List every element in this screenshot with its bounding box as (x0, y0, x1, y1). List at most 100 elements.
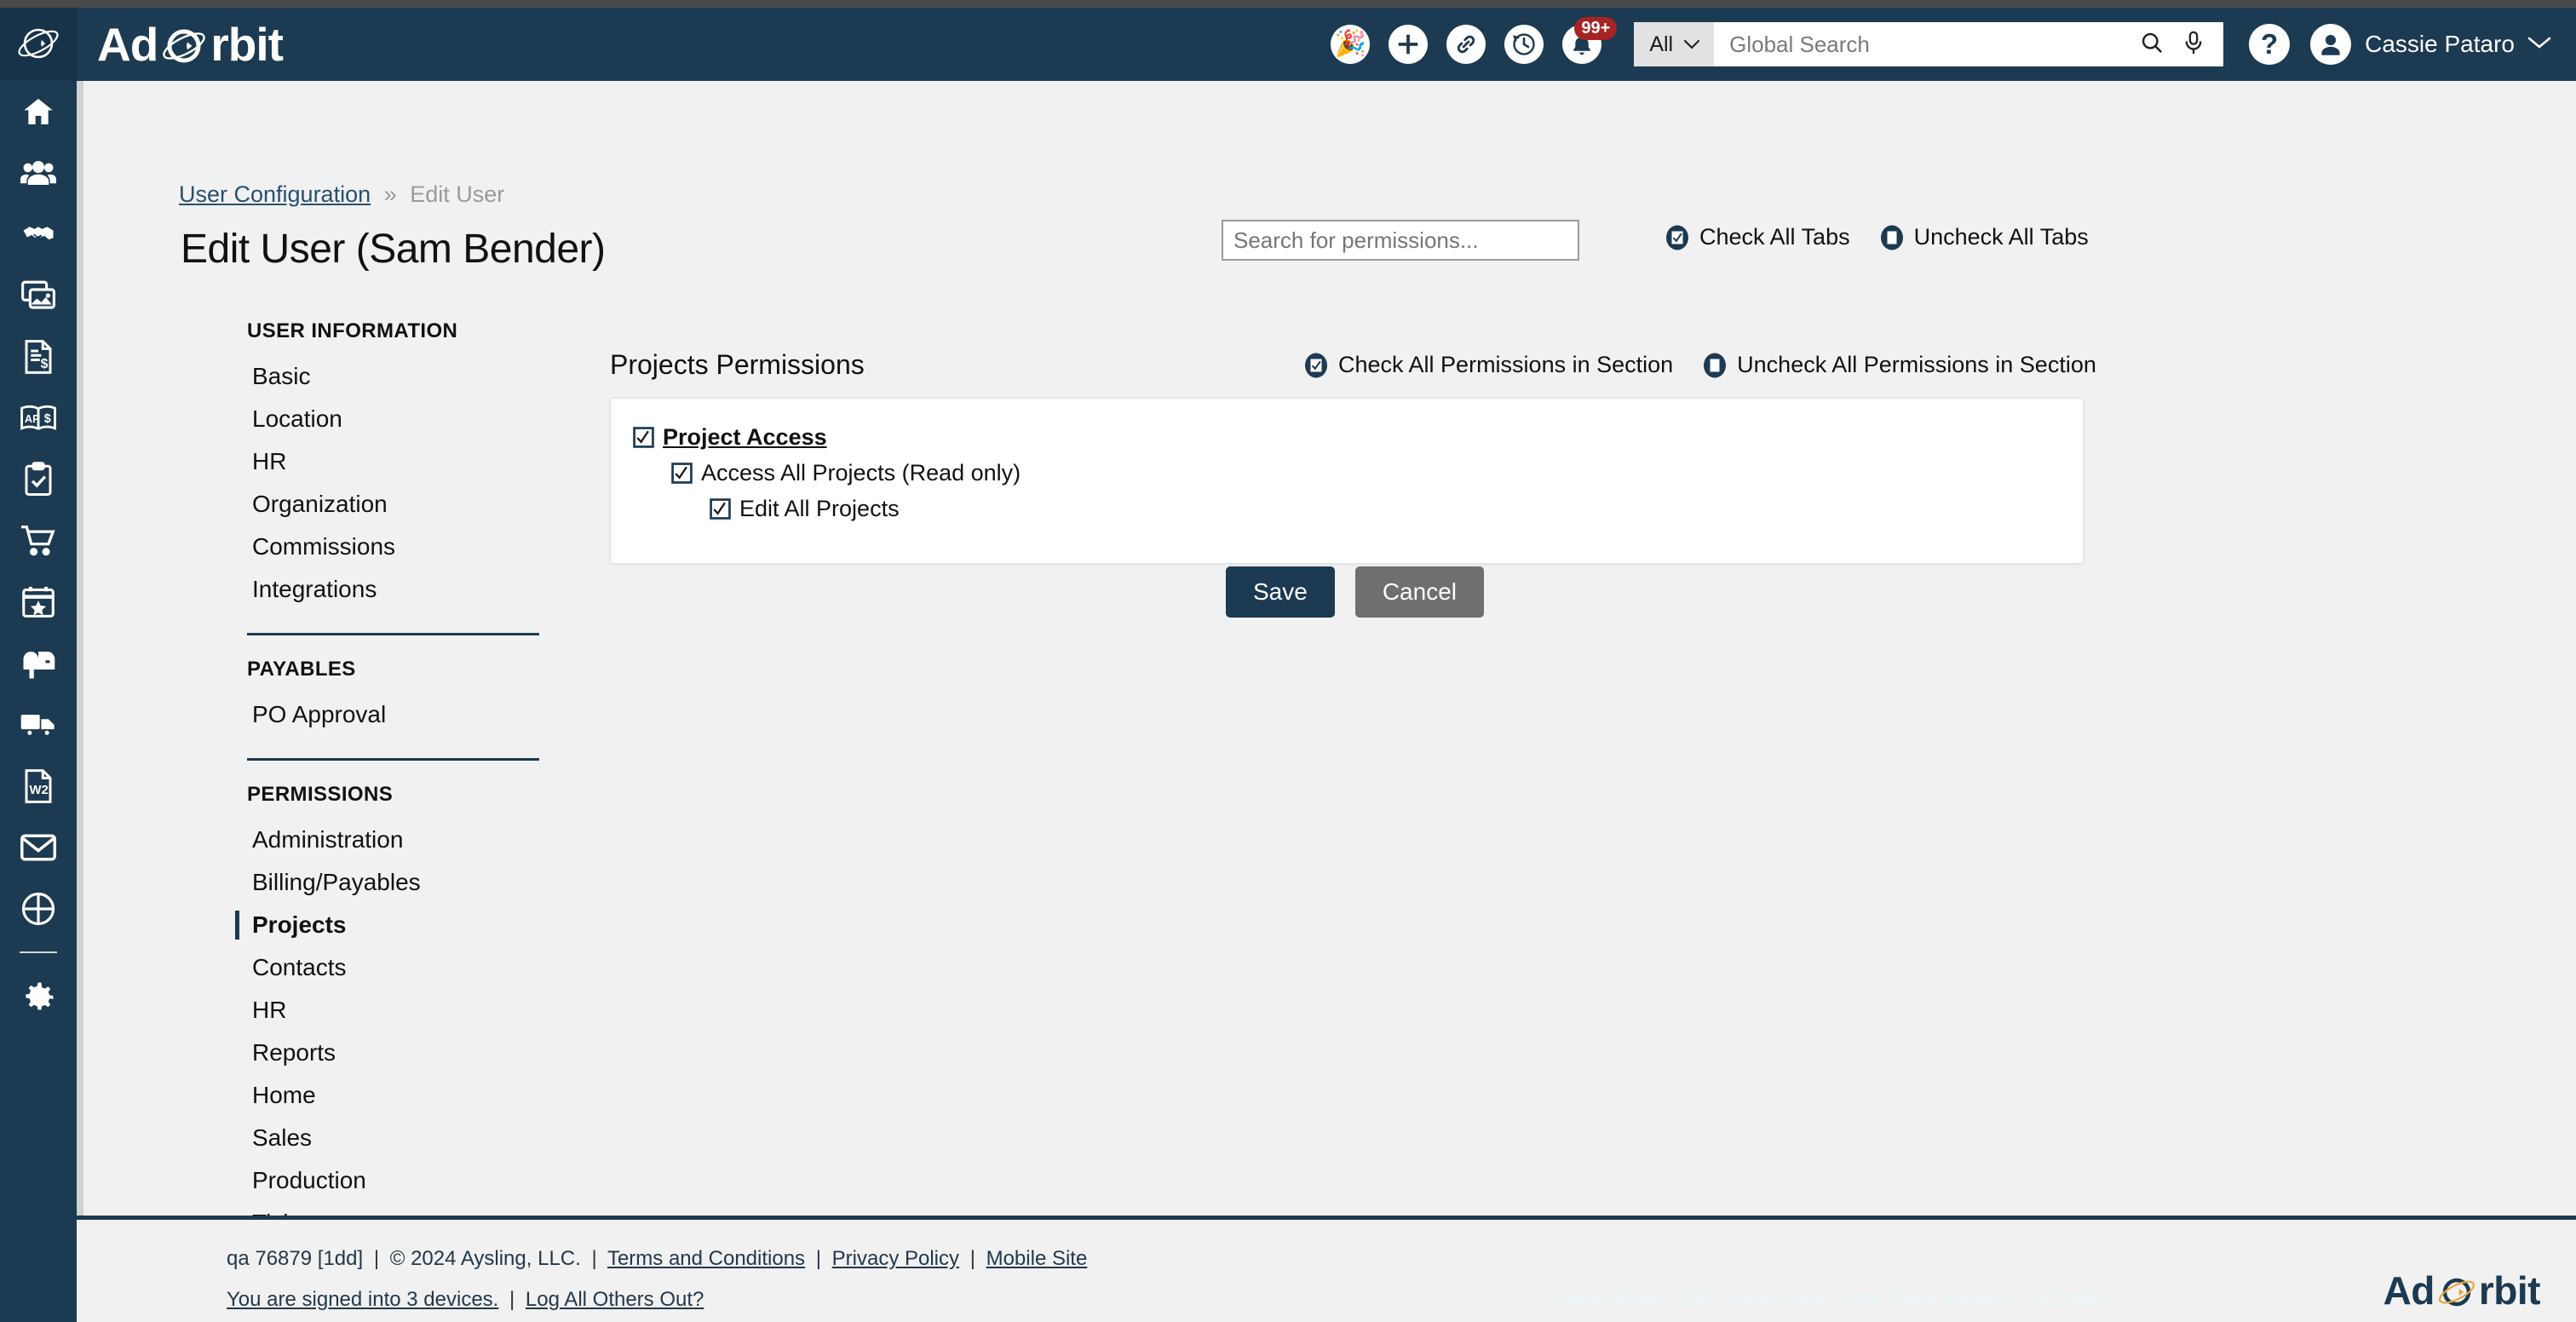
nav-item-commissions[interactable]: Commissions (247, 526, 541, 568)
adorbit-planet-icon (18, 28, 59, 59)
sidebar-cart-icon[interactable] (0, 510, 77, 572)
sidebar-mailbox-icon[interactable] (0, 633, 77, 694)
help-icon[interactable]: ? (2249, 24, 2291, 65)
nav-item-reports[interactable]: Reports (247, 1032, 541, 1074)
footer-separator: | (969, 1247, 975, 1270)
search-actions (2140, 22, 2224, 66)
nav-divider-2 (247, 758, 539, 761)
sidebar-handshake-icon[interactable] (0, 204, 77, 265)
nav-item-po-approval[interactable]: PO Approval (247, 693, 541, 736)
footer-legal-line: qa 76879 [1dd] | © 2024 Aysling, LLC. | … (227, 1247, 1087, 1271)
microphone-icon[interactable] (2182, 31, 2205, 59)
check-all-tabs-label: Check All Tabs (1699, 224, 1850, 250)
breadcrumb-parent-link[interactable]: User Configuration (179, 181, 371, 207)
sidebar-calendar-icon[interactable] (0, 572, 77, 633)
notifications-icon[interactable]: 99+ (1562, 17, 1618, 64)
svg-text:AP: AP (25, 413, 40, 425)
permission-label: Edit All Projects (739, 496, 900, 521)
sidebar-invoice-icon[interactable]: $ (0, 326, 77, 388)
nav-item-contacts[interactable]: Contacts (247, 946, 541, 989)
user-menu-chevron-icon[interactable] (2527, 36, 2552, 54)
sidebar-reports-icon[interactable] (0, 878, 77, 940)
sidebar-ap-book-icon[interactable]: AP $ (0, 388, 77, 449)
nav-item-production[interactable]: Production (247, 1159, 541, 1202)
avatar[interactable] (2310, 24, 2352, 65)
sidebar-home-icon[interactable] (0, 81, 77, 142)
signed-in-devices-link[interactable]: You are signed into 3 devices. (227, 1288, 498, 1311)
page-footer: qa 76879 [1dd] | © 2024 Aysling, LLC. | … (77, 1216, 2576, 1322)
unchecked-circle-icon (1880, 225, 1903, 250)
nav-divider-1 (247, 633, 539, 635)
checkbox-checked-icon[interactable] (710, 498, 731, 520)
terms-link[interactable]: Terms and Conditions (607, 1247, 805, 1270)
celebration-icon[interactable]: 🎉 (1331, 25, 1371, 64)
permissions-section-title: Projects Permissions (610, 349, 865, 380)
search-scope-dropdown[interactable]: All (1634, 22, 1715, 66)
nav-item-projects[interactable]: Projects (235, 904, 541, 946)
sidebar-media-icon[interactable] (0, 265, 77, 326)
footer-brand-text-rbit: rbit (2478, 1268, 2541, 1313)
chevron-down-icon (1684, 39, 1700, 49)
sidebar-email-icon[interactable] (0, 817, 77, 878)
form-actions: Save Cancel (1226, 566, 1484, 618)
top-header-bar: Ad rbit 🎉 99+ All Global Search ? Cassie… (77, 8, 2576, 81)
permission-row[interactable]: Access All Projects (Read only) (671, 460, 2083, 486)
nav-item-hr[interactable]: HR (247, 440, 541, 483)
checkbox-checked-icon[interactable] (633, 427, 654, 448)
nav-item-home[interactable]: Home (247, 1074, 541, 1117)
svg-text:$: $ (44, 412, 51, 426)
brand-text-rbit: rbit (210, 18, 284, 71)
footer-build-id: qa 76879 [1dd] (227, 1247, 364, 1270)
rail-logo[interactable] (0, 8, 77, 81)
permission-row[interactable]: Project Access (633, 424, 2083, 451)
mobile-site-link[interactable]: Mobile Site (986, 1247, 1088, 1270)
user-settings-nav: USER INFORMATION Basic Location HR Organ… (235, 319, 541, 1216)
nav-group-permissions: PERMISSIONS Administration Billing/Payab… (235, 783, 541, 1216)
nav-item-tickets[interactable]: Tickets (247, 1202, 541, 1216)
check-all-permissions-button[interactable]: Check All Permissions in Section (1303, 352, 1673, 378)
permission-search-input[interactable] (1222, 220, 1579, 261)
add-icon[interactable] (1389, 25, 1429, 64)
sidebar-tasks-icon[interactable] (0, 449, 77, 510)
footer-brand-orbit-icon (2437, 1271, 2476, 1310)
app-root: $ AP $ W2 Ad rbit 🎉 99+ All Global Searc… (0, 0, 2576, 1322)
main-content: User Configuration » Edit User Edit User… (77, 81, 2576, 1216)
search-icon[interactable] (2140, 31, 2164, 59)
sidebar-settings-icon[interactable] (0, 967, 77, 1028)
nav-item-basic[interactable]: Basic (247, 355, 541, 398)
brand-logo[interactable]: Ad rbit (97, 17, 284, 72)
sidebar-people-icon[interactable] (0, 142, 77, 204)
save-button[interactable]: Save (1226, 566, 1335, 618)
user-name-label[interactable]: Cassie Pataro (2365, 31, 2515, 58)
cancel-button[interactable]: Cancel (1354, 566, 1484, 618)
nav-item-organization[interactable]: Organization (247, 483, 541, 526)
nav-item-hr-permissions[interactable]: HR (247, 989, 541, 1032)
permission-row[interactable]: Edit All Projects (710, 496, 2083, 522)
content-left-edge (77, 81, 83, 1216)
link-icon[interactable] (1446, 25, 1486, 64)
nav-item-billing-payables[interactable]: Billing/Payables (247, 861, 541, 904)
global-search-placeholder: Global Search (1729, 31, 1870, 57)
global-search-input[interactable]: Global Search (1714, 22, 2141, 66)
footer-brand-logo: Ad rbit (2383, 1267, 2541, 1313)
sidebar-shipping-icon[interactable] (0, 694, 77, 756)
nav-item-location[interactable]: Location (247, 398, 541, 440)
recent-history-icon[interactable] (1504, 25, 1544, 64)
check-all-tabs-button[interactable]: Check All Tabs (1665, 224, 1850, 250)
log-others-out-link[interactable]: Log All Others Out? (526, 1288, 704, 1311)
section-toggle-controls: Check All Permissions in Section Uncheck… (1303, 352, 2096, 378)
footer-brand-text-ad: Ad (2383, 1268, 2435, 1313)
breadcrumb-current: Edit User (410, 181, 505, 207)
sidebar-w2-icon[interactable]: W2 (0, 756, 77, 817)
permission-label: Access All Projects (Read only) (701, 460, 1021, 486)
checkbox-checked-icon[interactable] (671, 463, 693, 484)
footer-separator: | (815, 1247, 821, 1270)
footer-separator: | (373, 1247, 380, 1270)
privacy-link[interactable]: Privacy Policy (832, 1247, 959, 1270)
uncheck-all-tabs-button[interactable]: Uncheck All Tabs (1879, 224, 2089, 250)
nav-item-sales[interactable]: Sales (247, 1117, 541, 1159)
global-search: All Global Search (1634, 22, 2224, 66)
uncheck-all-permissions-button[interactable]: Uncheck All Permissions in Section (1702, 352, 2096, 378)
nav-item-administration[interactable]: Administration (247, 819, 541, 861)
nav-item-integrations[interactable]: Integrations (247, 568, 541, 611)
